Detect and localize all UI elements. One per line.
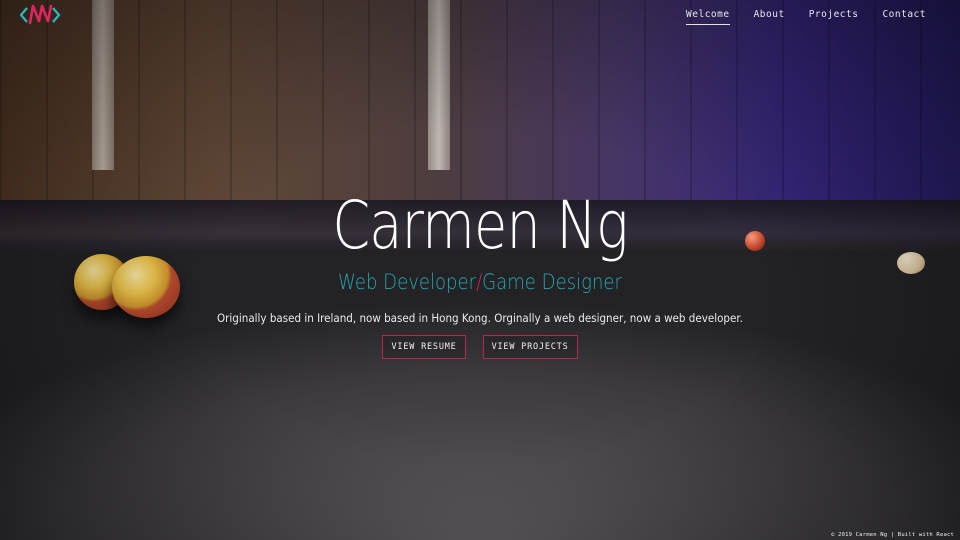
role-primary: Web Developer [338, 270, 477, 294]
hero-actions: VIEW RESUME VIEW PROJECTS [0, 335, 960, 359]
nav-projects[interactable]: Projects [797, 8, 871, 22]
nav-contact[interactable]: Contact [870, 8, 938, 22]
view-resume-button[interactable]: VIEW RESUME [382, 335, 466, 359]
hero-section: Welcome About Projects Contact Carmen Ng… [0, 0, 960, 540]
nav-welcome[interactable]: Welcome [674, 8, 742, 25]
main-nav: Welcome About Projects Contact [674, 8, 938, 25]
hero-roles: Web Developer/Game Designer [67, 270, 893, 294]
hero-tagline: Originally based in Ireland, now based i… [217, 311, 743, 325]
nav-about[interactable]: About [742, 8, 797, 22]
hero-name: Carmen Ng [332, 187, 628, 264]
footer-copyright: © 2019 Carmen Ng | Built with React [831, 532, 954, 538]
role-secondary: Game Designer [482, 270, 622, 294]
nn-logo-icon[interactable] [18, 3, 62, 27]
view-projects-button[interactable]: VIEW PROJECTS [482, 335, 578, 359]
